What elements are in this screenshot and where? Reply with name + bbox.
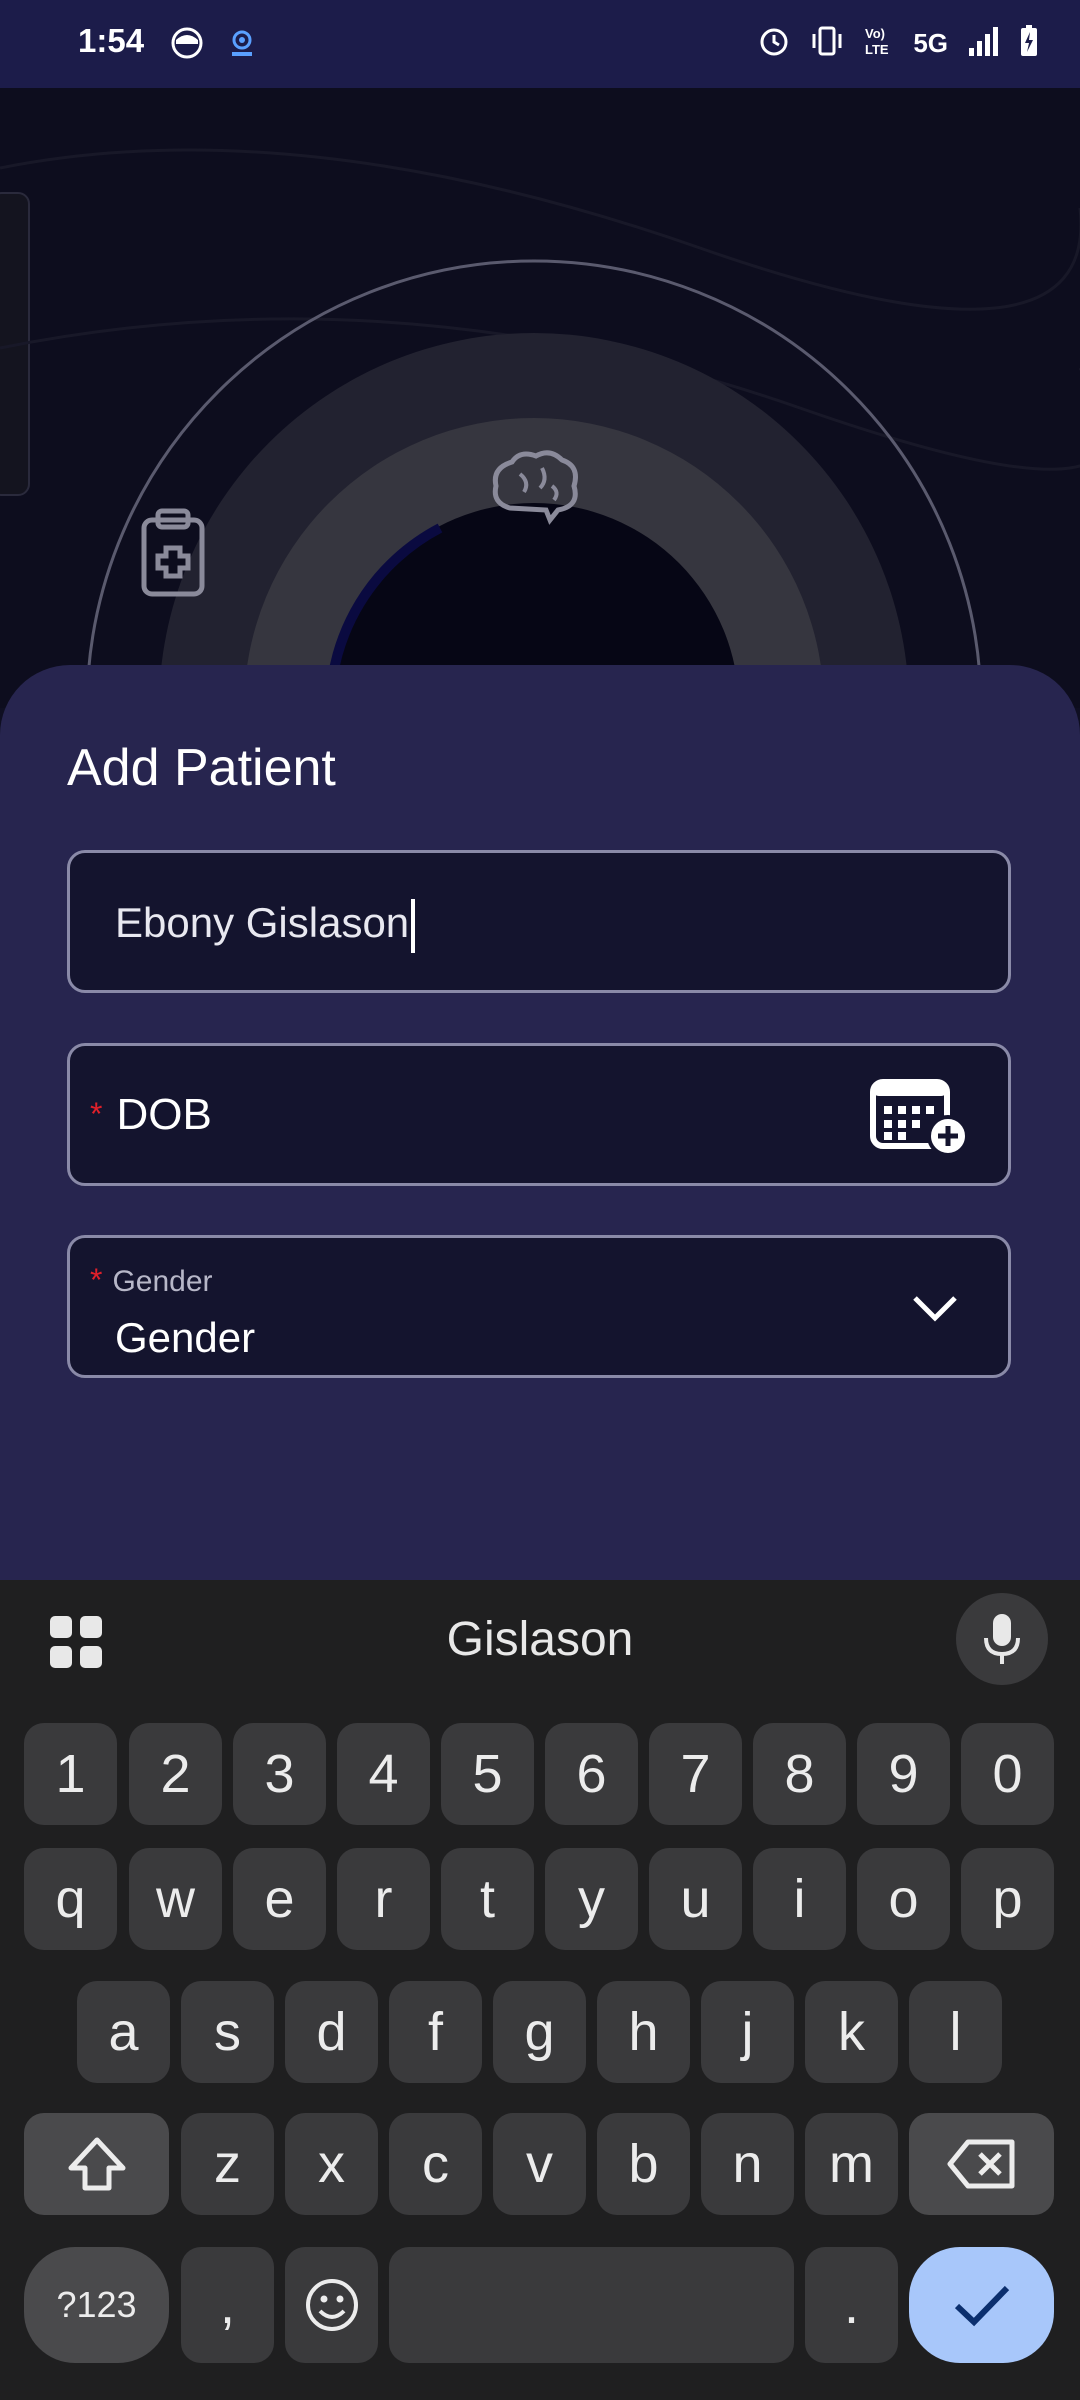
key-f[interactable]: f xyxy=(389,1981,482,2083)
key-h[interactable]: h xyxy=(597,1981,690,2083)
backspace-key[interactable] xyxy=(909,2113,1054,2215)
enter-key[interactable] xyxy=(909,2247,1054,2363)
key-4[interactable]: 4 xyxy=(337,1723,430,1825)
key-d[interactable]: d xyxy=(285,1981,378,2083)
key-j[interactable]: j xyxy=(701,1981,794,2083)
key-k[interactable]: k xyxy=(805,1981,898,2083)
volte-icon: Vo) LTE xyxy=(863,24,895,63)
key-w[interactable]: w xyxy=(129,1848,222,1950)
required-mark: * xyxy=(90,1096,103,1132)
key-o[interactable]: o xyxy=(857,1848,950,1950)
key-3[interactable]: 3 xyxy=(233,1723,326,1825)
key-i[interactable]: i xyxy=(753,1848,846,1950)
calendar-add-icon[interactable] xyxy=(870,1076,970,1160)
word-suggestion[interactable]: Gislason xyxy=(0,1612,1080,1667)
vibrate-icon xyxy=(809,24,845,63)
emoji-key[interactable] xyxy=(285,2247,378,2363)
key-0[interactable]: 0 xyxy=(961,1723,1054,1825)
key-s[interactable]: s xyxy=(181,1981,274,2083)
symbols-key[interactable]: ?123 xyxy=(24,2247,169,2363)
key-6[interactable]: 6 xyxy=(545,1723,638,1825)
backspace-icon xyxy=(947,2139,1014,2189)
app-face-icon xyxy=(170,26,204,65)
gender-label: Gender xyxy=(112,1265,213,1298)
key-5[interactable]: 5 xyxy=(441,1723,534,1825)
dob-field[interactable]: * DOB xyxy=(67,1043,1011,1186)
key-t[interactable]: t xyxy=(441,1848,534,1950)
shift-key[interactable] xyxy=(24,2113,169,2215)
key-2[interactable]: 2 xyxy=(129,1723,222,1825)
status-bar: 1:54 Vo) LTE 5G xyxy=(0,0,1080,88)
period-key[interactable]: . xyxy=(805,2247,898,2363)
battery-charging-icon xyxy=(1018,24,1040,63)
background-scene xyxy=(0,88,1080,708)
brain-icon[interactable] xyxy=(490,448,580,533)
space-key[interactable] xyxy=(389,2247,794,2363)
key-u[interactable]: u xyxy=(649,1848,742,1950)
mic-icon[interactable] xyxy=(956,1593,1048,1685)
dial-graphic xyxy=(0,148,1080,708)
key-a[interactable]: a xyxy=(77,1981,170,2083)
name-input-value: Ebony Gislason xyxy=(115,899,410,947)
key-m[interactable]: m xyxy=(805,2113,898,2215)
svg-text:LTE: LTE xyxy=(865,42,889,57)
key-n[interactable]: n xyxy=(701,2113,794,2215)
key-g[interactable]: g xyxy=(493,1981,586,2083)
key-c[interactable]: c xyxy=(389,2113,482,2215)
chevron-down-icon[interactable] xyxy=(912,1294,958,1329)
name-field[interactable]: Ebony Gislason xyxy=(67,850,1011,993)
shift-icon xyxy=(68,2137,125,2191)
signal-icon xyxy=(966,24,1000,63)
key-x[interactable]: x xyxy=(285,2113,378,2215)
text-cursor xyxy=(411,899,416,953)
gender-dropdown[interactable]: * Gender Gender xyxy=(67,1235,1011,1378)
network-label: 5G xyxy=(913,28,948,58)
gender-selected-value: Gender xyxy=(115,1314,256,1361)
key-9[interactable]: 9 xyxy=(857,1723,950,1825)
alarm-icon xyxy=(757,24,791,63)
key-r[interactable]: r xyxy=(337,1848,430,1950)
key-b[interactable]: b xyxy=(597,2113,690,2215)
key-z[interactable]: z xyxy=(181,2113,274,2215)
checkmark-icon xyxy=(954,2285,1009,2327)
key-v[interactable]: v xyxy=(493,2113,586,2215)
gender-label-wrap: * Gender xyxy=(90,1262,213,1299)
sheet-title: Add Patient xyxy=(67,739,336,797)
dob-label: DOB xyxy=(116,1090,212,1139)
suggestion-strip: Gislason xyxy=(0,1580,1080,1700)
status-time: 1:54 xyxy=(78,22,145,59)
key-e[interactable]: e xyxy=(233,1848,326,1950)
required-mark: * xyxy=(90,1262,103,1298)
svg-text:Vo): Vo) xyxy=(865,26,885,41)
key-p[interactable]: p xyxy=(961,1848,1054,1950)
key-1[interactable]: 1 xyxy=(24,1723,117,1825)
cast-icon xyxy=(226,26,260,65)
key-q[interactable]: q xyxy=(24,1848,117,1950)
clipboard-medical-icon[interactable] xyxy=(138,508,208,603)
soft-keyboard: Gislason 1 2 3 4 5 6 7 8 9 0 q w e r t y… xyxy=(0,1580,1080,2400)
comma-key[interactable]: , xyxy=(181,2247,274,2363)
dob-label-wrap: * DOB xyxy=(90,1090,212,1140)
key-7[interactable]: 7 xyxy=(649,1723,742,1825)
key-8[interactable]: 8 xyxy=(753,1723,846,1825)
emoji-icon xyxy=(305,2279,358,2331)
key-l[interactable]: l xyxy=(909,1981,1002,2083)
key-y[interactable]: y xyxy=(545,1848,638,1950)
